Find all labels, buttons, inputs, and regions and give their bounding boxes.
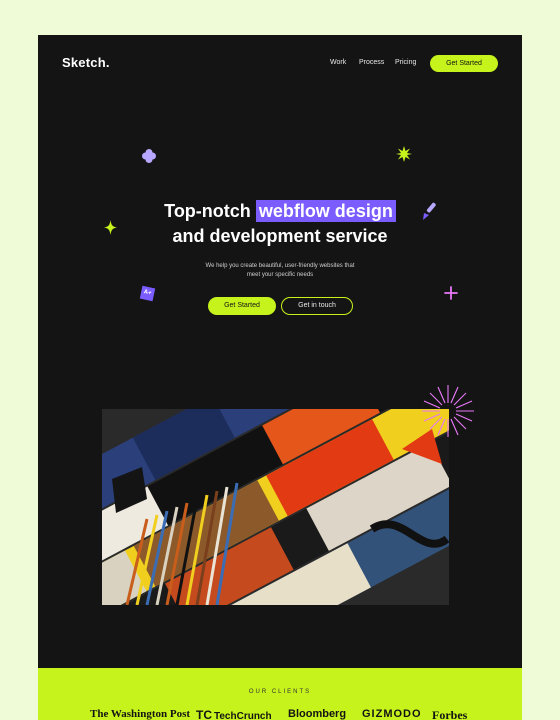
nav-link-process[interactable]: Process xyxy=(359,59,384,66)
hero-get-in-touch-button[interactable]: Get in touch xyxy=(281,297,353,315)
skateboard-collage-image xyxy=(102,409,449,605)
hero-subtitle-line1: We help you create beautiful, user-frien… xyxy=(205,263,355,269)
client-logo-techcrunch: TC TechCrunch xyxy=(196,708,272,720)
hero-title-part1: Top-notch xyxy=(164,201,251,221)
client-logo-forbes: Forbes xyxy=(432,708,468,720)
sunburst-icon xyxy=(422,385,474,437)
plus-icon xyxy=(444,286,458,300)
hero-title-highlight: webflow design xyxy=(255,200,396,222)
clients-label: OUR CLIENTS xyxy=(248,689,312,695)
hero-title-line1: Top-notch webflow design xyxy=(38,199,522,223)
star-burst-icon xyxy=(396,146,412,162)
hero-title-line2: and development service xyxy=(172,226,388,246)
hero-subtitle-line2: meet your specific needs xyxy=(246,272,314,278)
flower-icon xyxy=(142,149,156,163)
hero-image xyxy=(102,409,449,605)
nav-get-started-button[interactable]: Get Started xyxy=(430,55,498,72)
grade-badge-icon: A+ xyxy=(139,285,156,302)
hero-subtitle: We help you create beautiful, user-frien… xyxy=(188,262,372,280)
client-logo-bloomberg: Bloomberg xyxy=(288,708,347,720)
navbar: Sketch. Work Process Pricing Get Started xyxy=(38,35,522,93)
nav-link-work[interactable]: Work xyxy=(330,59,346,66)
techcrunch-mark-icon: TC xyxy=(196,708,212,720)
brand-logo[interactable]: Sketch. xyxy=(62,55,110,70)
client-logo-gizmodo: GIZMODO xyxy=(362,708,422,720)
landing-page: Sketch. Work Process Pricing Get Started… xyxy=(38,35,522,720)
client-logo-techcrunch-text: TechCrunch xyxy=(214,711,272,720)
clients-section: OUR CLIENTS The Washington Post TC TechCr… xyxy=(38,668,522,720)
hero-get-started-button[interactable]: Get Started xyxy=(208,297,276,315)
nav-link-pricing[interactable]: Pricing xyxy=(395,59,416,66)
client-logo-washington-post: The Washington Post xyxy=(90,708,191,720)
